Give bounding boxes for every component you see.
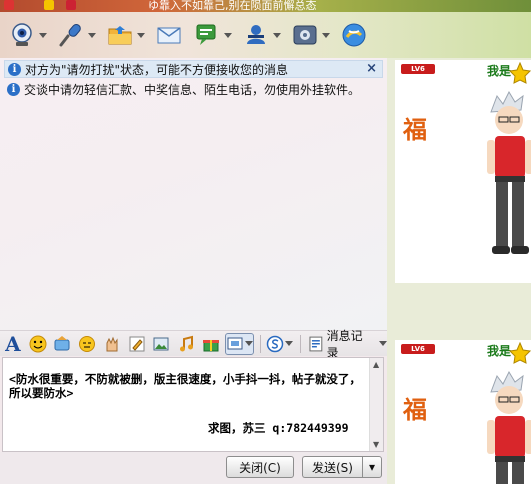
font-button[interactable]: A bbox=[2, 331, 24, 356]
magic-icon bbox=[54, 335, 70, 350]
mail-icon bbox=[155, 21, 183, 49]
magic-emoticon-button[interactable] bbox=[51, 333, 73, 355]
send-button[interactable]: 发送(S) bbox=[302, 456, 362, 478]
message-signature[interactable]: 求图，苏三 q:782449399 bbox=[208, 420, 349, 436]
blessing-text: 福 bbox=[403, 395, 427, 424]
smiley-icon bbox=[29, 335, 47, 352]
pencil-icon bbox=[129, 336, 145, 351]
avatar-figure-icon bbox=[487, 90, 531, 254]
flag-icon bbox=[66, 0, 76, 10]
security-notice: i 交谈中请勿轻信汇款、中奖信息、陌生电话，勿使用外挂软件。 bbox=[4, 80, 383, 98]
sms-icon bbox=[193, 21, 221, 49]
send-file-button[interactable] bbox=[106, 17, 145, 53]
sms-button[interactable] bbox=[193, 17, 232, 53]
gift-button[interactable] bbox=[200, 333, 222, 355]
handwriting-button[interactable] bbox=[126, 333, 148, 355]
level-badge: LV6 bbox=[401, 64, 435, 74]
emoticon-button[interactable] bbox=[27, 333, 49, 355]
show-label: 我是 bbox=[487, 64, 512, 78]
info-icon: i bbox=[7, 82, 20, 96]
chevron-down-icon[interactable] bbox=[273, 32, 281, 38]
info-icon: i bbox=[8, 62, 21, 76]
blessing-text: 福 bbox=[403, 115, 427, 144]
star-icon bbox=[509, 342, 531, 364]
chevron-down-icon[interactable] bbox=[284, 341, 293, 346]
scribble-button[interactable] bbox=[101, 333, 123, 355]
close-button[interactable]: 关闭(C) bbox=[226, 456, 294, 478]
status-notice-text: 对方为"请勿打扰"状态，可能不方便接收您的消息 bbox=[25, 62, 289, 77]
font-icon: A bbox=[5, 331, 21, 356]
message-input-text[interactable]: <防水很重要，不防就被删，版主很速度，小手抖一抖，帖子就没了，所以要防水> bbox=[9, 372, 364, 400]
chevron-down-icon[interactable] bbox=[137, 32, 145, 38]
main-toolbar bbox=[0, 12, 531, 58]
remote-assist-button[interactable] bbox=[340, 17, 368, 53]
window-title: ゆ靠入不如靠己,别在陨面前懈总态 bbox=[148, 0, 317, 12]
app-button[interactable] bbox=[291, 17, 330, 53]
security-notice-text: 交谈中请勿轻信汇款、中奖信息、陌生电话，勿使用外挂软件。 bbox=[24, 82, 361, 97]
chevron-down-icon[interactable] bbox=[378, 341, 387, 346]
image-icon bbox=[153, 337, 169, 350]
image-button[interactable] bbox=[150, 333, 172, 355]
input-scrollbar[interactable]: ▲ ▼ bbox=[369, 358, 383, 451]
message-input[interactable]: <防水很重要，不防就被删，版主很速度，小手抖一抖，帖子就没了，所以要防水> 求图… bbox=[2, 357, 384, 452]
hand-icon bbox=[106, 336, 118, 351]
show-panel: LV6 我是 福 LV6 我是 福 bbox=[387, 58, 531, 484]
app-logo-icon bbox=[4, 0, 14, 10]
screenshot-icon bbox=[227, 337, 243, 349]
remote-assist-icon bbox=[340, 21, 368, 49]
microphone-icon bbox=[57, 21, 85, 49]
voice-chat-button[interactable] bbox=[57, 17, 96, 53]
screenshot-button[interactable] bbox=[224, 332, 255, 355]
folder-icon bbox=[106, 21, 134, 49]
chevron-down-icon[interactable] bbox=[244, 341, 253, 346]
email-button[interactable] bbox=[155, 17, 183, 53]
my-show-avatar[interactable]: LV6 我是 福 bbox=[395, 340, 531, 484]
title-bar: ゆ靠入不如靠己,别在陨面前懈总态 bbox=[0, 0, 531, 12]
message-record-button[interactable]: 消息记录 bbox=[308, 327, 387, 361]
app-box-icon bbox=[291, 21, 319, 49]
status-notice: i 对方为"请勿打扰"状态，可能不方便接收您的消息 × bbox=[4, 60, 383, 78]
chevron-down-icon[interactable] bbox=[322, 32, 330, 38]
chat-history-panel[interactable]: i 对方为"请勿打扰"状态，可能不方便接收您的消息 × i 交谈中请勿轻信汇款、… bbox=[0, 58, 387, 330]
shake-button[interactable] bbox=[76, 333, 98, 355]
history-icon bbox=[309, 336, 323, 351]
video-chat-button[interactable] bbox=[8, 17, 47, 53]
contact-show-avatar[interactable]: LV6 我是 福 bbox=[395, 60, 531, 283]
group-icon bbox=[242, 21, 270, 49]
avatar-figure-icon bbox=[487, 370, 531, 484]
toolbar-divider bbox=[260, 334, 262, 353]
group-button[interactable] bbox=[242, 17, 281, 53]
toolbar-divider bbox=[299, 334, 301, 353]
music-icon bbox=[180, 335, 193, 351]
payment-button[interactable] bbox=[264, 333, 294, 355]
payment-icon bbox=[266, 335, 283, 352]
gift-icon bbox=[202, 339, 219, 351]
chevron-down-icon[interactable] bbox=[88, 32, 96, 38]
star-icon bbox=[44, 0, 54, 10]
webcam-icon bbox=[8, 21, 36, 49]
chevron-down-icon[interactable] bbox=[39, 32, 47, 38]
message-record-label: 消息记录 bbox=[326, 328, 363, 360]
send-options-button[interactable]: ▾ bbox=[362, 456, 382, 478]
close-icon[interactable]: × bbox=[366, 61, 377, 76]
star-icon bbox=[509, 62, 531, 84]
chevron-down-icon[interactable] bbox=[224, 32, 232, 38]
action-bar: 关闭(C) 发送(S) ▾ bbox=[0, 452, 387, 484]
level-badge: LV6 bbox=[401, 344, 435, 354]
format-toolbar: A 消息记录 bbox=[0, 329, 387, 360]
music-button[interactable] bbox=[175, 333, 197, 355]
scroll-down-icon[interactable]: ▼ bbox=[373, 440, 379, 449]
show-label: 我是 bbox=[487, 344, 512, 358]
shake-face-icon bbox=[79, 335, 96, 352]
scroll-up-icon[interactable]: ▲ bbox=[373, 360, 379, 369]
